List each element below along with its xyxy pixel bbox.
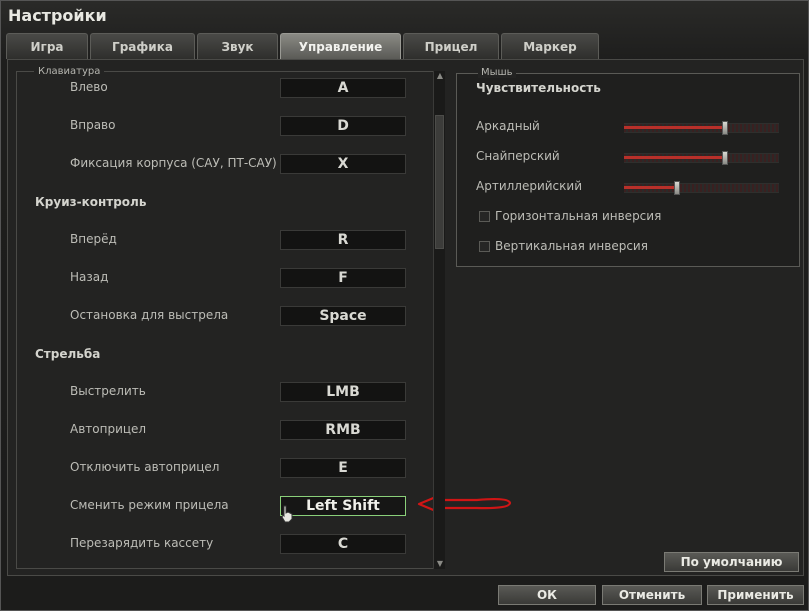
keyboard-legend: Клавиатура	[34, 66, 105, 77]
mouse-legend: Мышь	[478, 67, 516, 78]
tab-game[interactable]: Игра	[6, 33, 88, 59]
tab-crosshair[interactable]: Прицел	[403, 33, 499, 59]
keybind-left[interactable]: A	[280, 78, 406, 98]
slider-label-artillery: Артиллерийский	[476, 179, 582, 193]
scroll-up-icon[interactable]: ▲	[434, 71, 446, 81]
keybind-right[interactable]: D	[280, 116, 406, 136]
sensitivity-label: Чувствительность	[476, 81, 601, 95]
checkbox-vertical-invert[interactable]	[479, 241, 490, 252]
settings-window: Настройки Игра Графика Звук Управление П…	[0, 0, 809, 611]
row-label-stop-to-fire: Остановка для выстрела	[70, 308, 229, 322]
keybind-hull-lock[interactable]: X	[280, 154, 406, 174]
keybind-fire[interactable]: LMB	[280, 382, 406, 402]
tab-controls[interactable]: Управление	[280, 33, 401, 59]
tab-sound[interactable]: Звук	[197, 33, 278, 59]
tab-marker[interactable]: Маркер	[501, 33, 599, 59]
slider-label-sniper: Снайперский	[476, 149, 560, 163]
tab-bar: Игра Графика Звук Управление Прицел Марк…	[6, 33, 601, 59]
keybind-stop-to-fire[interactable]: Space	[280, 306, 406, 326]
row-label-forward: Вперёд	[70, 232, 117, 246]
slider-knob[interactable]	[674, 181, 680, 195]
tab-graphics[interactable]: Графика	[90, 33, 195, 59]
checkbox-label-vertical-invert: Вертикальная инверсия	[495, 239, 648, 253]
row-label-fire: Выстрелить	[70, 384, 146, 398]
section-cruise-control: Круиз-контроль	[35, 195, 147, 209]
keybind-switch-aim-mode[interactable]: Left Shift	[280, 496, 406, 516]
checkbox-horizontal-invert[interactable]	[479, 211, 490, 222]
slider-knob[interactable]	[722, 121, 728, 135]
row-label-reload-magazine: Перезарядить кассету	[70, 536, 214, 550]
keyboard-scrollbar[interactable]: ▲ ▼	[433, 71, 445, 569]
row-label-right: Вправо	[70, 118, 116, 132]
window-title: Настройки	[8, 6, 107, 25]
mouse-panel	[456, 73, 800, 267]
keybind-backward[interactable]: F	[280, 268, 406, 288]
keybind-reload-magazine[interactable]: C	[280, 534, 406, 554]
section-firing: Стрельба	[35, 347, 101, 361]
ok-button[interactable]: ОК	[498, 585, 596, 605]
row-label-autoaim: Автоприцел	[70, 422, 147, 436]
cancel-button[interactable]: Отменить	[602, 585, 702, 605]
slider-artillery[interactable]	[624, 181, 779, 195]
defaults-button[interactable]: По умолчанию	[664, 552, 799, 572]
slider-sniper[interactable]	[624, 151, 779, 165]
annotation-arrow-icon	[417, 492, 512, 516]
row-label-backward: Назад	[70, 270, 109, 284]
row-label-left: Влево	[70, 80, 108, 94]
row-label-hull-lock: Фиксация корпуса (САУ, ПТ-САУ)	[70, 156, 277, 170]
keybind-autoaim[interactable]: RMB	[280, 420, 406, 440]
keybind-forward[interactable]: R	[280, 230, 406, 250]
keybind-disable-autoaim[interactable]: E	[280, 458, 406, 478]
scroll-thumb[interactable]	[435, 115, 444, 249]
apply-button[interactable]: Применить	[707, 585, 804, 605]
slider-knob[interactable]	[722, 151, 728, 165]
hand-cursor-icon	[281, 505, 293, 523]
row-label-disable-autoaim: Отключить автоприцел	[70, 460, 220, 474]
slider-label-arcade: Аркадный	[476, 119, 540, 133]
row-label-switch-aim-mode: Сменить режим прицела	[70, 498, 229, 512]
checkbox-label-horizontal-invert: Горизонтальная инверсия	[495, 209, 662, 223]
slider-arcade[interactable]	[624, 121, 779, 135]
scroll-down-icon[interactable]: ▼	[434, 559, 446, 569]
